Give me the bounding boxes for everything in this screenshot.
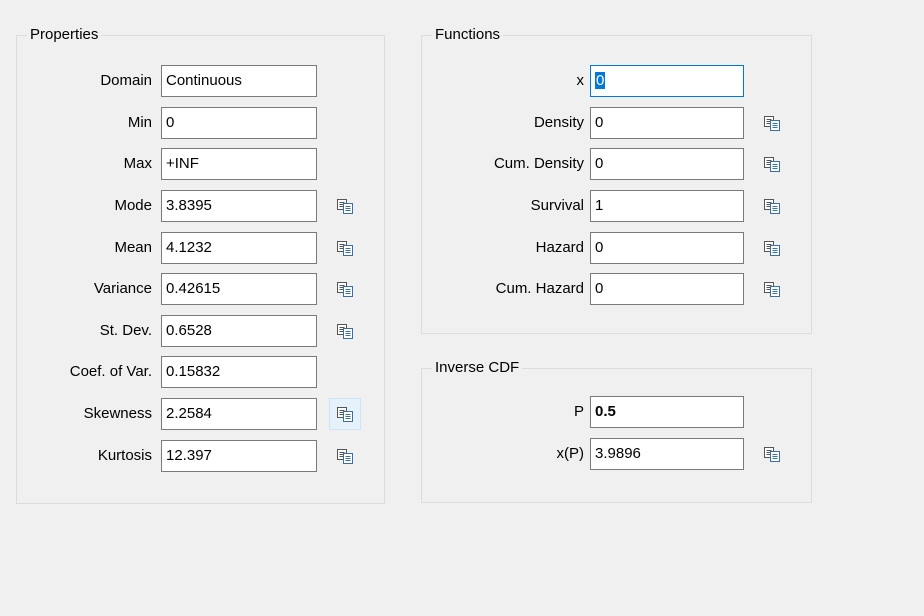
survival-field[interactable]: 1 bbox=[590, 190, 744, 222]
functions-title: Functions bbox=[432, 26, 504, 44]
properties-group: Properties Domain Continuous Min 0 Max +… bbox=[16, 26, 385, 504]
copy-icon bbox=[763, 115, 781, 131]
coef-var-field[interactable]: 0.15832 bbox=[161, 356, 317, 388]
skewness-label: Skewness bbox=[83, 405, 152, 422]
xp-field[interactable]: 3.9896 bbox=[590, 438, 744, 470]
copy-density-button[interactable] bbox=[756, 107, 788, 139]
inverse-cdf-title: Inverse CDF bbox=[432, 359, 523, 377]
copy-mean-button[interactable] bbox=[329, 232, 361, 264]
copy-icon bbox=[336, 198, 354, 214]
copy-icon bbox=[336, 406, 354, 422]
max-label: Max bbox=[123, 155, 152, 172]
cum-hazard-label: Cum. Hazard bbox=[495, 280, 584, 297]
x-label: x bbox=[576, 72, 585, 89]
hazard-field[interactable]: 0 bbox=[590, 232, 744, 264]
stdev-field[interactable]: 0.6528 bbox=[161, 315, 317, 347]
copy-stdev-button[interactable] bbox=[329, 315, 361, 347]
density-field[interactable]: 0 bbox=[590, 107, 744, 139]
domain-label: Domain bbox=[100, 72, 152, 89]
functions-group: Functions x 0 Density 0 Cum. Density 0 S… bbox=[421, 26, 812, 334]
mean-label: Mean bbox=[114, 239, 152, 256]
properties-title: Properties bbox=[27, 26, 102, 44]
survival-label: Survival bbox=[530, 197, 584, 214]
mode-label: Mode bbox=[114, 197, 152, 214]
cum-density-label: Cum. Density bbox=[493, 155, 584, 172]
kurtosis-field[interactable]: 12.397 bbox=[161, 440, 317, 472]
skewness-field[interactable]: 2.2584 bbox=[161, 398, 317, 430]
variance-field[interactable]: 0.42615 bbox=[161, 273, 317, 305]
domain-field[interactable]: Continuous bbox=[161, 65, 317, 97]
copy-mode-button[interactable] bbox=[329, 190, 361, 222]
copy-xp-button[interactable] bbox=[756, 438, 788, 470]
inverse-cdf-group: Inverse CDF P 0.5 x(P) 3.9896 bbox=[421, 359, 812, 503]
xp-label: x(P) bbox=[556, 445, 585, 462]
copy-icon bbox=[763, 281, 781, 297]
copy-icon bbox=[763, 156, 781, 172]
x-input[interactable]: 0 bbox=[590, 65, 744, 97]
copy-kurtosis-button[interactable] bbox=[329, 440, 361, 472]
p-label: P bbox=[573, 403, 584, 420]
p-input[interactable]: 0.5 bbox=[590, 396, 744, 428]
min-field[interactable]: 0 bbox=[161, 107, 317, 139]
density-label: Density bbox=[533, 114, 584, 131]
stdev-label: St. Dev. bbox=[99, 322, 152, 339]
mean-field[interactable]: 4.1232 bbox=[161, 232, 317, 264]
variance-label: Variance bbox=[93, 280, 152, 297]
copy-variance-button[interactable] bbox=[329, 273, 361, 305]
hazard-label: Hazard bbox=[535, 239, 584, 256]
copy-survival-button[interactable] bbox=[756, 190, 788, 222]
copy-cum-density-button[interactable] bbox=[756, 148, 788, 180]
copy-icon bbox=[336, 281, 354, 297]
copy-icon bbox=[763, 446, 781, 462]
min-label: Min bbox=[127, 114, 152, 131]
copy-icon bbox=[763, 240, 781, 256]
copy-hazard-button[interactable] bbox=[756, 232, 788, 264]
copy-cum-hazard-button[interactable] bbox=[756, 273, 788, 305]
x-value: 0 bbox=[595, 72, 606, 89]
copy-icon bbox=[336, 448, 354, 464]
copy-icon bbox=[336, 240, 354, 256]
cum-hazard-field[interactable]: 0 bbox=[590, 273, 744, 305]
coef-var-label: Coef. of Var. bbox=[69, 363, 152, 380]
copy-icon bbox=[763, 198, 781, 214]
max-field[interactable]: +INF bbox=[161, 148, 317, 180]
mode-field[interactable]: 3.8395 bbox=[161, 190, 317, 222]
kurtosis-label: Kurtosis bbox=[97, 447, 152, 464]
cum-density-field[interactable]: 0 bbox=[590, 148, 744, 180]
copy-icon bbox=[336, 323, 354, 339]
copy-skewness-button[interactable] bbox=[329, 398, 361, 430]
